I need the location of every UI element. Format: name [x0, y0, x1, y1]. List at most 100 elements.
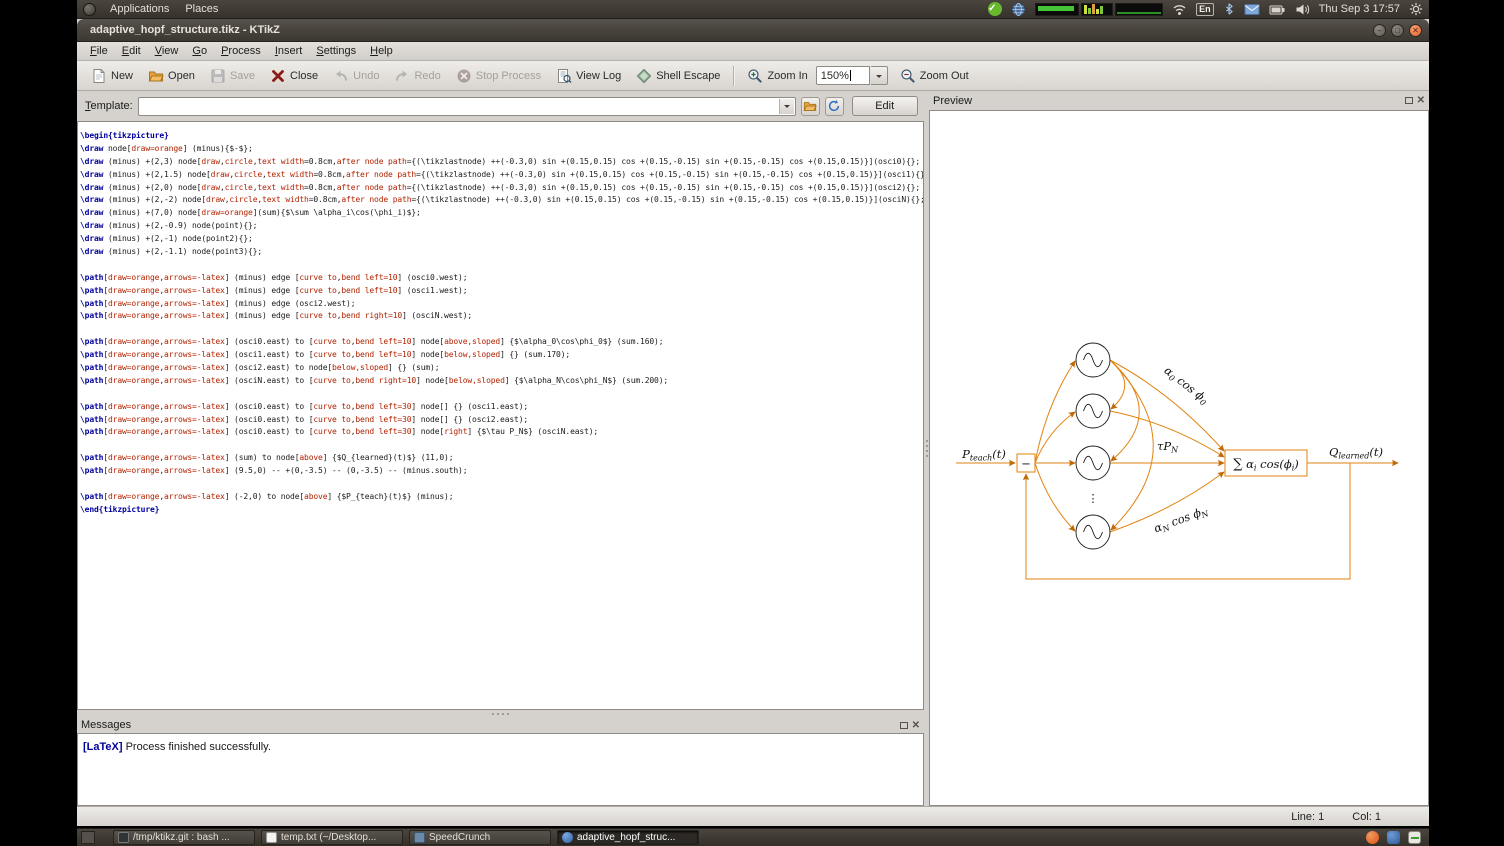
- menu-settings[interactable]: Settings: [309, 42, 363, 61]
- code-line[interactable]: \path[draw=orange,arrows=-latex] (osciN.…: [80, 375, 923, 388]
- taskbar-windows: /tmp/ktikz.git : bash ... temp.txt (~/Des…: [113, 830, 699, 845]
- code-line[interactable]: \draw (minus) +(2,0) node[draw,circle,te…: [80, 182, 923, 195]
- desktop: Applications Places ✓ En: [77, 0, 1429, 846]
- taskbar-window-1[interactable]: /tmp/ktikz.git : bash ...: [113, 830, 255, 845]
- code-line[interactable]: \draw (minus) +(2,-2) node[draw,circle,t…: [80, 194, 923, 207]
- code-line[interactable]: \draw (minus) +(7,0) node[draw=orange](s…: [80, 207, 923, 220]
- code-line[interactable]: \draw node[draw=orange] (minus){$-$};: [80, 143, 923, 156]
- titlebar[interactable]: adaptive_hopf_structure.tikz - KTikZ – □…: [77, 19, 1429, 42]
- code-editor[interactable]: \begin{tikzpicture}\draw node[draw=orang…: [77, 121, 924, 710]
- wifi-icon[interactable]: [1172, 3, 1187, 16]
- taskbar-window-2[interactable]: temp.txt (~/Desktop...: [261, 830, 403, 845]
- taskbar-tray-blue-icon[interactable]: [1387, 831, 1400, 844]
- code-line[interactable]: [80, 388, 923, 401]
- redo-button: Redo: [387, 65, 447, 87]
- code-line[interactable]: \path[draw=orange,arrows=-latex] (-2,0) …: [80, 491, 923, 504]
- menu-go[interactable]: Go: [185, 42, 214, 61]
- taskbar-window-label: /tmp/ktikz.git : bash ...: [133, 832, 230, 843]
- code-line[interactable]: \end{tikzpicture}: [80, 504, 923, 517]
- code-line[interactable]: \draw (minus) +(2,3) node[draw,circle,te…: [80, 156, 923, 169]
- code-line[interactable]: \path[draw=orange,arrows=-latex] (osci0.…: [80, 426, 923, 439]
- menu-edit[interactable]: Edit: [115, 42, 148, 61]
- code-line[interactable]: [80, 478, 923, 491]
- close-panel-icon[interactable]: ✕: [1417, 96, 1425, 105]
- menu-view[interactable]: View: [148, 42, 186, 61]
- taskbar-tray-notes-icon[interactable]: [1408, 831, 1421, 844]
- code-line[interactable]: \path[draw=orange,arrows=-latex] (osci2.…: [80, 362, 923, 375]
- zoom-level-input[interactable]: 150%: [816, 66, 870, 85]
- toolbar-separator: [733, 66, 734, 86]
- battery-icon[interactable]: [1269, 3, 1286, 16]
- close-panel-icon[interactable]: ✕: [912, 721, 920, 730]
- code-line[interactable]: \path[draw=orange,arrows=-latex] (osci0.…: [80, 401, 923, 414]
- label-p-teach: Pteach(t): [961, 447, 1006, 463]
- close-file-button[interactable]: Close: [263, 65, 325, 87]
- zoom-level-dropdown-button[interactable]: [871, 66, 888, 85]
- ktikz-app-icon: [562, 832, 573, 843]
- code-line[interactable]: \draw (minus) +(2,-0.9) node(point){};: [80, 220, 923, 233]
- template-open-button[interactable]: [801, 97, 820, 116]
- taskbar-tray-orange-icon[interactable]: [1366, 831, 1379, 844]
- menu-file[interactable]: File: [83, 42, 115, 61]
- float-panel-icon[interactable]: [900, 722, 908, 729]
- places-menu[interactable]: Places: [177, 0, 226, 19]
- code-line[interactable]: \begin{tikzpicture}: [80, 130, 923, 143]
- distributor-logo-icon[interactable]: [83, 3, 96, 16]
- zoom-in-button[interactable]: Zoom In: [740, 65, 814, 87]
- template-dropdown-button[interactable]: [779, 99, 794, 114]
- code-line[interactable]: \path[draw=orange,arrows=-latex] (osci0.…: [80, 414, 923, 427]
- vertical-dots: ⋮: [1088, 492, 1099, 505]
- zoom-out-button[interactable]: Zoom Out: [893, 65, 976, 87]
- code-line[interactable]: \draw (minus) +(2,-1) node(point2){};: [80, 233, 923, 246]
- code-line[interactable]: [80, 323, 923, 336]
- ktikz-window: adaptive_hopf_structure.tikz - KTikZ – □…: [77, 19, 1429, 826]
- session-gear-icon[interactable]: [1409, 2, 1423, 16]
- code-line[interactable]: \path[draw=orange,arrows=-latex] (minus)…: [80, 272, 923, 285]
- menu-insert[interactable]: Insert: [268, 42, 310, 61]
- template-combobox[interactable]: [138, 97, 796, 116]
- horizontal-splitter[interactable]: [77, 710, 924, 717]
- menu-process[interactable]: Process: [214, 42, 268, 61]
- applications-menu[interactable]: Applications: [102, 0, 177, 19]
- close-window-button[interactable]: ✕: [1409, 24, 1422, 37]
- code-line[interactable]: \draw (minus) +(2,-1.1) node(point3){};: [80, 246, 923, 259]
- bluetooth-icon[interactable]: [1223, 2, 1235, 16]
- window-title: adaptive_hopf_structure.tikz - KTikZ: [90, 24, 280, 36]
- code-line[interactable]: \path[draw=orange,arrows=-latex] (minus)…: [80, 285, 923, 298]
- show-desktop-icon[interactable]: [81, 831, 95, 844]
- code-line[interactable]: [80, 439, 923, 452]
- minimize-button[interactable]: –: [1373, 24, 1386, 37]
- stop-process-icon: [456, 68, 472, 84]
- code-line[interactable]: \path[draw=orange,arrows=-latex] (minus)…: [80, 298, 923, 311]
- open-button[interactable]: Open: [141, 65, 202, 87]
- code-line[interactable]: \path[draw=orange,arrows=-latex] (minus)…: [80, 310, 923, 323]
- shell-escape-button[interactable]: Shell Escape: [629, 65, 727, 87]
- code-line[interactable]: \path[draw=orange,arrows=-latex] (osci1.…: [80, 349, 923, 362]
- label-alpha0-cos-phi0: α0 cos ϕ0: [1161, 363, 1212, 407]
- code-line[interactable]: [80, 259, 923, 272]
- preview-panel-title: Preview: [933, 95, 972, 107]
- template-reload-button[interactable]: [825, 97, 844, 116]
- taskbar-window-3[interactable]: SpeedCrunch: [409, 830, 551, 845]
- volume-icon[interactable]: [1295, 3, 1310, 16]
- globe-icon[interactable]: [1011, 2, 1026, 17]
- code-line[interactable]: \path[draw=orange,arrows=-latex] (osci0.…: [80, 336, 923, 349]
- taskbar-window-4[interactable]: adaptive_hopf_struc...: [557, 830, 699, 845]
- mail-icon[interactable]: [1244, 3, 1260, 16]
- code-line[interactable]: \path[draw=orange,arrows=-latex] (9.5,0)…: [80, 465, 923, 478]
- code-area[interactable]: \begin{tikzpicture}\draw node[draw=orang…: [80, 130, 923, 517]
- maximize-button[interactable]: □: [1391, 24, 1404, 37]
- view-log-button[interactable]: View Log: [549, 65, 628, 87]
- system-monitor-applet[interactable]: [1035, 3, 1163, 16]
- menu-help[interactable]: Help: [363, 42, 400, 61]
- code-line[interactable]: \path[draw=orange,arrows=-latex] (sum) t…: [80, 452, 923, 465]
- code-line[interactable]: \draw (minus) +(2,1.5) node[draw,circle,…: [80, 169, 923, 182]
- new-button[interactable]: New: [84, 65, 140, 87]
- clock[interactable]: Thu Sep 3 17:57: [1319, 3, 1400, 15]
- keyboard-layout-indicator[interactable]: En: [1196, 3, 1214, 16]
- float-panel-icon[interactable]: [1405, 97, 1413, 104]
- toolbar: New Open Save Close Undo Redo: [77, 61, 1429, 91]
- template-edit-button[interactable]: Edit: [852, 96, 918, 116]
- new-document-icon: [91, 68, 107, 84]
- update-status-icon[interactable]: ✓: [988, 2, 1002, 16]
